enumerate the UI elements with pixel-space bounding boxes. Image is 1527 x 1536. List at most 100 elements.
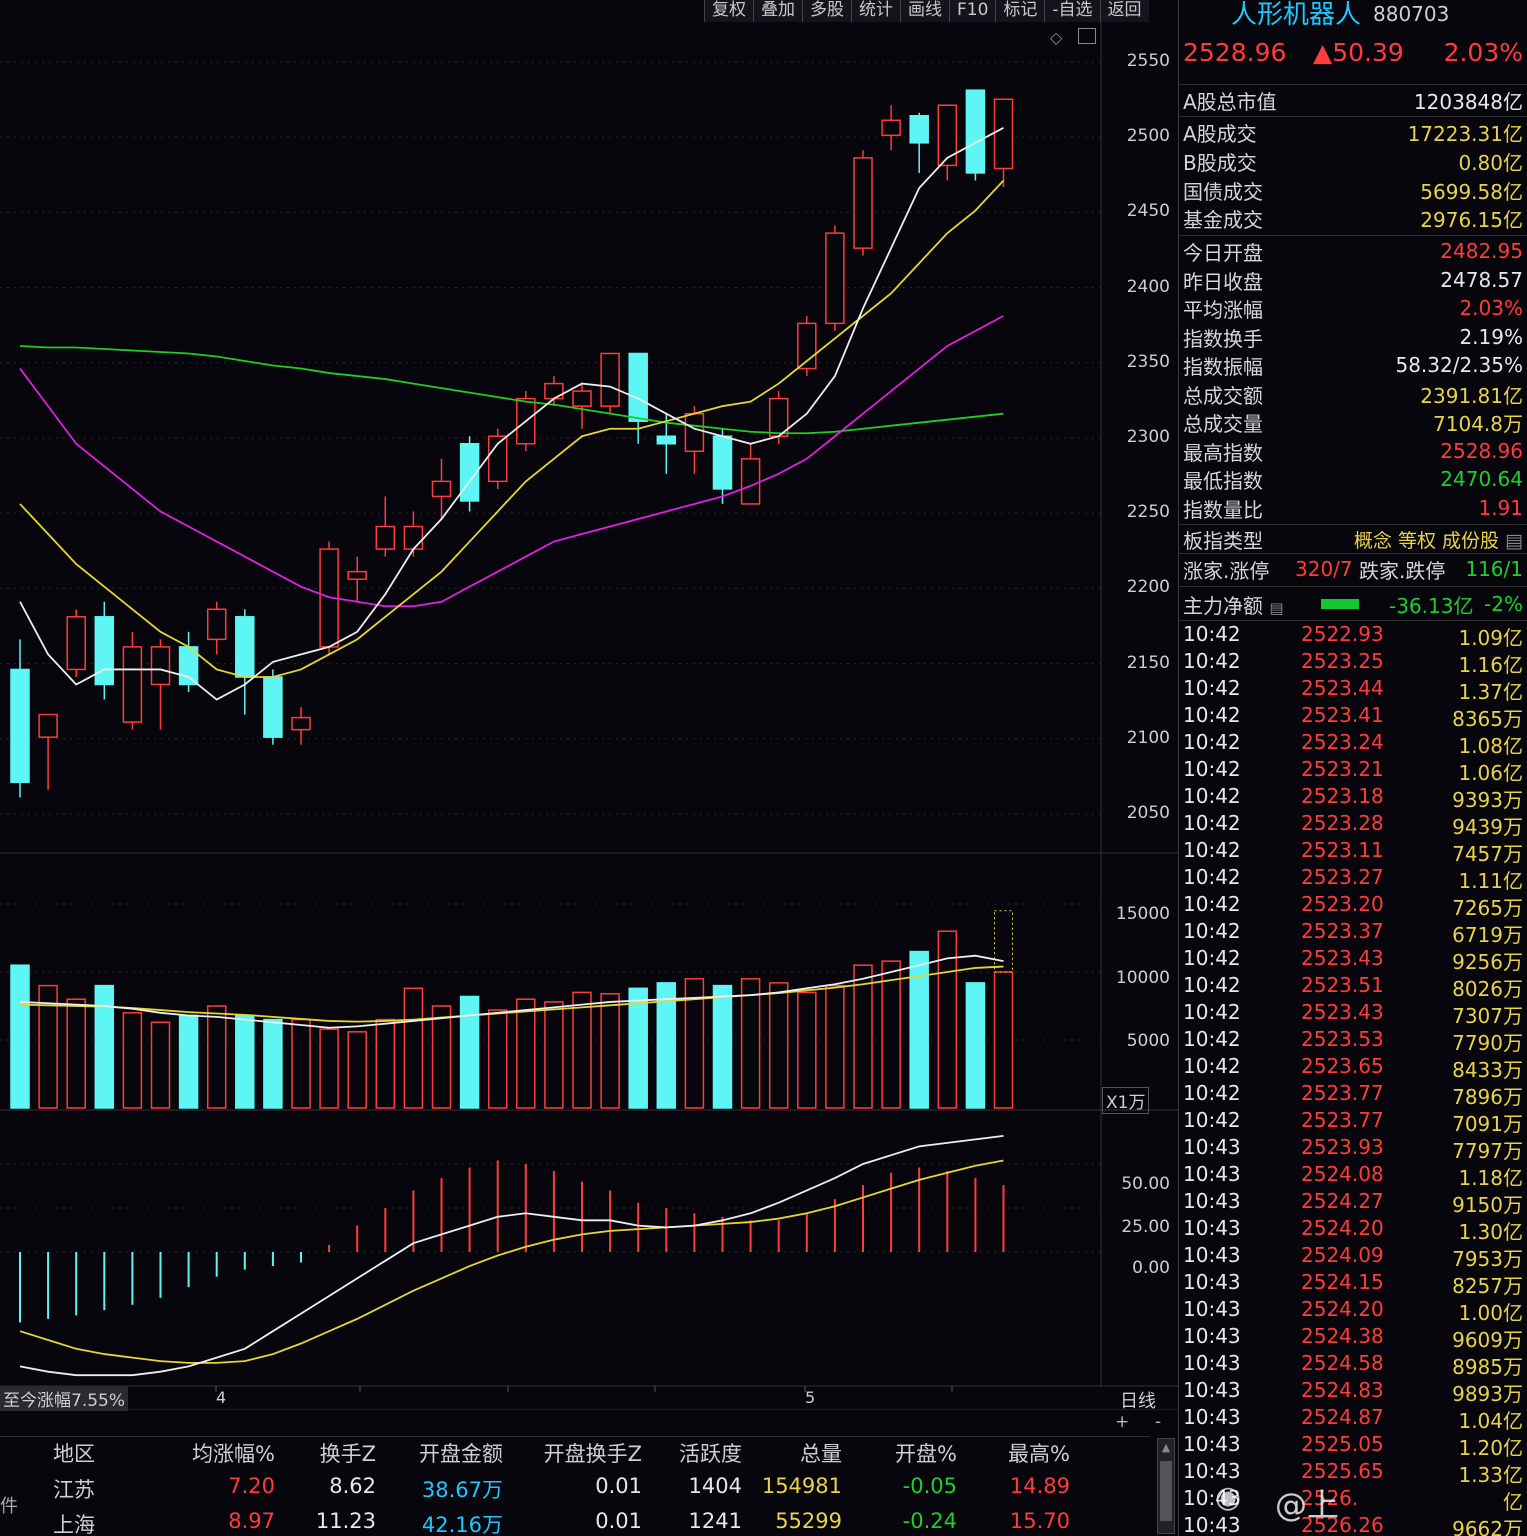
tick-volume: 1.09亿 <box>1458 626 1523 650</box>
candle-body[interactable] <box>825 232 845 325</box>
tick-row: 10:43 2524.09 7953万 <box>1183 1243 1523 1271</box>
panel-toggle-icon[interactable] <box>1078 28 1096 44</box>
volume-bar[interactable] <box>403 987 424 1109</box>
candle-body[interactable] <box>235 616 255 678</box>
scrollbar-thumb[interactable] <box>1160 1461 1172 1521</box>
toolbar-watchlist[interactable]: -自选 <box>1044 0 1100 22</box>
candle-body[interactable] <box>712 435 733 490</box>
volume-bar[interactable] <box>431 1005 452 1109</box>
tick-volume: 8985万 <box>1452 1355 1523 1379</box>
kline-chart[interactable] <box>0 0 1178 1410</box>
volume-bar[interactable] <box>291 1018 311 1109</box>
tick-time: 10:43 <box>1183 1432 1241 1456</box>
candle-body[interactable] <box>263 676 283 738</box>
row-fund-turnover: 基金成交 2976.15亿 <box>1183 207 1523 232</box>
volume-bar[interactable] <box>881 960 901 1109</box>
candle-body[interactable] <box>965 89 986 174</box>
candle-body[interactable] <box>10 668 30 784</box>
volume-bar[interactable] <box>94 984 115 1109</box>
candle-body[interactable] <box>656 435 677 445</box>
candle-body[interactable] <box>600 352 620 407</box>
volume-bar[interactable] <box>375 1018 396 1109</box>
volume-bar[interactable] <box>712 984 733 1109</box>
period-daily-button[interactable]: 日线 <box>1120 1387 1156 1413</box>
toolbar-multi[interactable]: 多股 <box>802 0 851 22</box>
candle-body[interactable] <box>684 412 705 453</box>
volume-bar[interactable] <box>10 964 30 1109</box>
volume-bar[interactable] <box>516 998 536 1109</box>
volume-bar[interactable] <box>797 991 817 1109</box>
tick-price: 2524.38 <box>1301 1324 1384 1348</box>
volume-bar[interactable] <box>825 984 845 1109</box>
table-header-0[interactable]: 地区 <box>0 1438 95 1468</box>
candle-body[interactable] <box>66 616 86 671</box>
volume-axis-15000: 15000 <box>1115 904 1170 924</box>
candle-body[interactable] <box>403 525 424 550</box>
volume-bar[interactable] <box>993 971 1014 1109</box>
diamond-icon[interactable]: ◇ <box>1050 28 1062 47</box>
candle-body[interactable] <box>347 570 367 580</box>
tick-time: 10:43 <box>1183 1324 1241 1348</box>
candle-body[interactable] <box>853 157 873 249</box>
candle-body[interactable] <box>909 115 929 144</box>
volume-bar[interactable] <box>544 1001 564 1109</box>
main-net-list-icon[interactable]: ▤ <box>1269 599 1283 617</box>
candle-body[interactable] <box>881 119 901 137</box>
volume-bar[interactable] <box>150 1021 171 1109</box>
candle-body[interactable] <box>937 104 958 167</box>
volume-bar[interactable] <box>178 1014 199 1109</box>
volume-bar[interactable] <box>263 1018 283 1109</box>
row-high: 最高指数 2528.96 <box>1183 439 1523 465</box>
scroll-up-icon[interactable]: ▲ <box>1159 1441 1173 1455</box>
volume-bar[interactable] <box>853 964 873 1109</box>
zoom-in-button[interactable]: + <box>1115 1412 1129 1432</box>
candle-body[interactable] <box>150 646 171 686</box>
toolbar-stats[interactable]: 统计 <box>851 0 900 22</box>
tick-row: 10:42 2523.21 1.06亿 <box>1183 757 1523 785</box>
volume-bar[interactable] <box>768 982 789 1109</box>
candle-body[interactable] <box>38 713 58 738</box>
toolbar-mark[interactable]: 标记 <box>995 0 1045 22</box>
tick-row: 10:42 2523.44 1.37亿 <box>1183 676 1523 704</box>
toolbar-fuquan[interactable]: 复权 <box>704 0 753 22</box>
volume-bar[interactable] <box>319 1028 339 1109</box>
toolbar-draw[interactable]: 画线 <box>900 0 949 22</box>
volume-bar[interactable] <box>740 978 761 1109</box>
candle-body[interactable] <box>628 352 648 422</box>
volume-bar[interactable] <box>965 982 986 1109</box>
volume-bar[interactable] <box>206 1005 227 1109</box>
zoom-out-button[interactable]: - <box>1155 1412 1161 1432</box>
toolbar-overlay[interactable]: 叠加 <box>753 0 802 22</box>
volume-bar[interactable] <box>628 987 648 1109</box>
candle-body[interactable] <box>993 98 1014 170</box>
candle-body[interactable] <box>740 458 761 505</box>
table-header-8[interactable]: 最高% <box>910 1438 1070 1468</box>
volume-bar[interactable] <box>235 1014 255 1109</box>
volume-bar[interactable] <box>66 998 86 1109</box>
candle-body[interactable] <box>572 390 592 407</box>
volume-bar[interactable] <box>347 1031 367 1109</box>
candle-body[interactable] <box>375 525 396 550</box>
volume-bar[interactable] <box>487 1009 508 1109</box>
volume-bar[interactable] <box>122 1012 143 1109</box>
table-header-3[interactable]: 开盘金额 <box>343 1438 503 1468</box>
candle-body[interactable] <box>122 646 143 723</box>
row-total-mktcap: A股总市值 1203848亿 <box>1183 89 1523 114</box>
candle-body[interactable] <box>206 608 227 641</box>
tick-row: 10:43 2524.38 9609万 <box>1183 1324 1523 1352</box>
toolbar-back[interactable]: 返回 <box>1099 0 1149 22</box>
candle-body[interactable] <box>544 382 564 400</box>
list-icon[interactable]: ▤ <box>1505 530 1523 552</box>
volume-bar[interactable] <box>572 991 592 1109</box>
side-tab-label[interactable]: 件 <box>0 1492 18 1518</box>
price-axis-2050: 2050 <box>1126 803 1170 823</box>
candle-body[interactable] <box>291 716 311 731</box>
table-scrollbar[interactable]: ▲ <box>1157 1438 1175 1534</box>
toolbar-f10[interactable]: F10 <box>949 0 996 22</box>
candle-body[interactable] <box>431 480 452 498</box>
candle-body[interactable] <box>94 616 115 686</box>
tick-volume: 1.18亿 <box>1458 1166 1523 1190</box>
volume-bar[interactable] <box>600 993 620 1109</box>
tick-price: 2523.65 <box>1301 1054 1384 1078</box>
volume-bar[interactable] <box>459 995 480 1109</box>
